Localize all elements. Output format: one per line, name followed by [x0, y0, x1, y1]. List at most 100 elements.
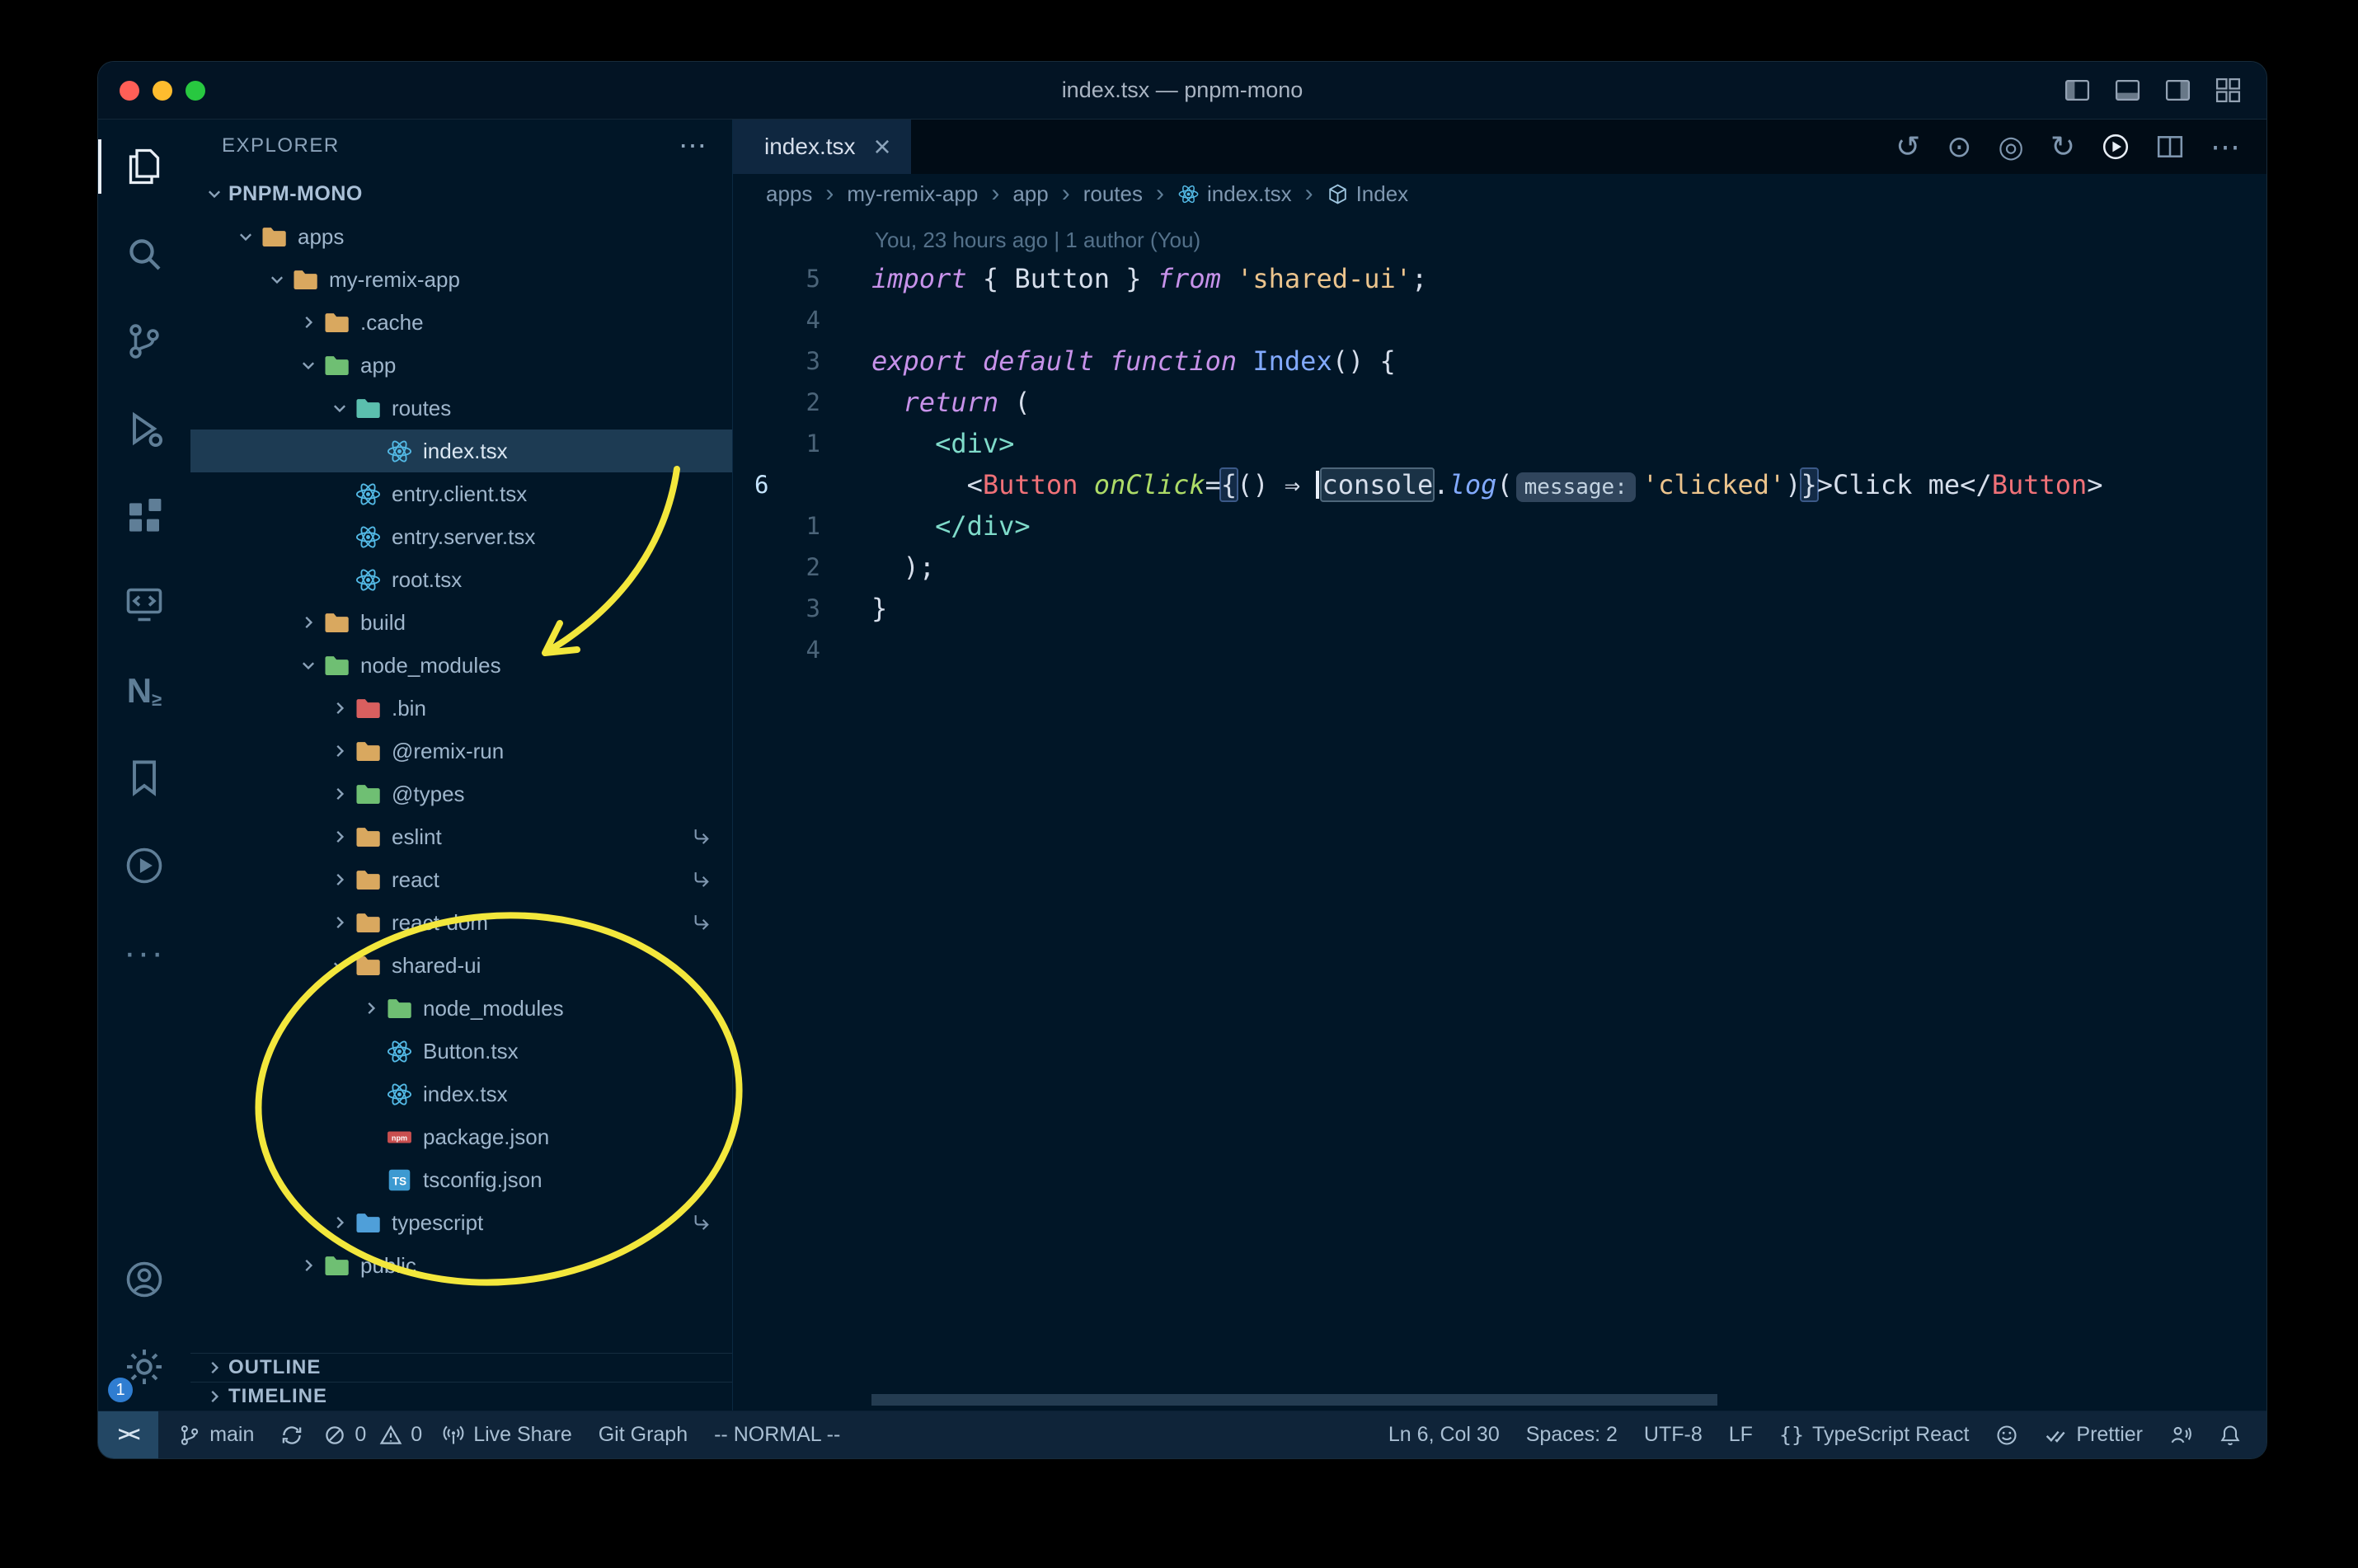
breadcrumb-item-my-remix-app[interactable]: my-remix-app: [847, 181, 978, 207]
tree-item-label: node_modules: [360, 652, 501, 678]
folder-icon: [322, 308, 350, 336]
file-history-icon[interactable]: ↺: [1895, 129, 1920, 164]
tree-item-remix-run[interactable]: @remix-run: [190, 730, 732, 772]
sidebar-header: EXPLORER ⋯: [190, 120, 732, 172]
editor-code[interactable]: You, 23 hours ago | 1 author (You) 5 impo…: [733, 214, 2266, 1411]
activity-more-views[interactable]: ···: [98, 909, 190, 997]
layout-grid-button[interactable]: [2215, 77, 2242, 104]
tree-item-apps[interactable]: apps: [190, 215, 732, 258]
breadcrumb-item-apps[interactable]: apps: [766, 181, 812, 207]
tree-item-entry-server-tsx[interactable]: entry.server.tsx: [190, 515, 732, 558]
tree-item-button-tsx[interactable]: Button.tsx: [190, 1030, 732, 1073]
status-problems-errors[interactable]: 0: [317, 1411, 373, 1458]
tree-item-label: apps: [298, 223, 345, 249]
status-eol[interactable]: LF: [1716, 1411, 1766, 1458]
horizontal-scrollbar[interactable]: [871, 1394, 1717, 1406]
activity-bookmarks[interactable]: [98, 735, 190, 822]
sidebar-more-actions-icon[interactable]: ⋯: [679, 129, 707, 162]
folder-icon: [322, 651, 350, 679]
tab-close-icon[interactable]: ×: [874, 132, 891, 162]
code-line: 2 return (: [733, 382, 2266, 423]
breadcrumb-label: my-remix-app: [847, 181, 979, 206]
gitlens-graph-icon[interactable]: ◎: [1998, 129, 2023, 164]
status-notifications[interactable]: [2205, 1411, 2255, 1458]
breadcrumb-item-routes[interactable]: routes: [1083, 181, 1143, 207]
activity-explorer[interactable]: [98, 123, 190, 210]
activity-extensions[interactable]: [98, 472, 190, 560]
breadcrumb-item-index-tsx[interactable]: index.tsx: [1177, 181, 1292, 207]
tree-item-root-tsx[interactable]: root.tsx: [190, 558, 732, 601]
tree-item-node-modules[interactable]: node_modules: [190, 987, 732, 1030]
status-sync[interactable]: [267, 1411, 317, 1458]
tree-item-react-dom[interactable]: react-dom: [190, 901, 732, 944]
breadcrumb-separator: ›: [1061, 180, 1070, 207]
chevron-right-icon: [294, 1251, 322, 1279]
tree-item-pnpm-mono[interactable]: PNPM-MONO: [190, 172, 732, 215]
tab-index-tsx[interactable]: index.tsx ×: [733, 120, 911, 174]
status-remote[interactable]: ><: [98, 1411, 159, 1458]
tree-item-index-tsx[interactable]: index.tsx: [190, 430, 732, 472]
status-vim-mode[interactable]: -- NORMAL --: [701, 1411, 853, 1458]
settings-badge: 1: [108, 1378, 133, 1402]
chevron-right-icon: [326, 823, 354, 851]
tree-item-cache[interactable]: .cache: [190, 301, 732, 344]
breadcrumb-item-index[interactable]: Index: [1327, 181, 1408, 207]
activity-nx-console[interactable]: N≥: [98, 647, 190, 735]
gitlens-blame-icon[interactable]: ↻: [2050, 129, 2075, 164]
status-live-share[interactable]: Live Share: [429, 1411, 585, 1458]
line-number: 5: [806, 265, 820, 293]
tree-item-entry-client-tsx[interactable]: entry.client.tsx: [190, 472, 732, 515]
tree-item-my-remix-app[interactable]: my-remix-app: [190, 258, 732, 301]
chevron-right-icon: [357, 994, 385, 1022]
run-code-icon[interactable]: [2102, 133, 2130, 161]
tree-item-app[interactable]: app: [190, 344, 732, 387]
tree-item-build[interactable]: build: [190, 601, 732, 644]
zoom-window-button[interactable]: [186, 80, 205, 101]
more-actions-icon[interactable]: ⋯: [2210, 129, 2240, 164]
status-screen-reader[interactable]: [2156, 1411, 2205, 1458]
status-cursor-position[interactable]: Ln 6, Col 30: [1375, 1411, 1513, 1458]
extensions-icon: [124, 496, 164, 536]
split-editor-icon[interactable]: [2156, 133, 2184, 161]
activity-code-runner[interactable]: [98, 822, 190, 909]
status-indentation[interactable]: Spaces: 2: [1513, 1411, 1631, 1458]
activity-accounts[interactable]: [98, 1236, 190, 1323]
status-formatter[interactable]: Prettier: [2032, 1411, 2156, 1458]
status-branch[interactable]: main: [165, 1411, 267, 1458]
tree-item-shared-ui[interactable]: shared-ui: [190, 944, 732, 987]
tree-item-react[interactable]: react: [190, 858, 732, 901]
breadcrumb-item-app[interactable]: app: [1012, 181, 1048, 207]
layout-sidebar-button[interactable]: [2064, 77, 2091, 104]
chevron-down-icon: [326, 394, 354, 422]
activity-settings[interactable]: 1: [98, 1323, 190, 1411]
activity-remote-explorer[interactable]: [98, 560, 190, 647]
tree-item-index-tsx[interactable]: index.tsx: [190, 1073, 732, 1115]
minimize-window-button[interactable]: [153, 80, 172, 101]
file-tree: PNPM-MONO apps my-remix-app .cache app routes…: [190, 172, 732, 1287]
activity-run-and-debug[interactable]: [98, 385, 190, 472]
layout-panel-button[interactable]: [2114, 77, 2141, 104]
tree-item-typescript[interactable]: typescript: [190, 1201, 732, 1244]
status-encoding[interactable]: UTF-8: [1631, 1411, 1716, 1458]
tree-item-node-modules[interactable]: node_modules: [190, 644, 732, 687]
tree-item-routes[interactable]: routes: [190, 387, 732, 430]
activity-source-control[interactable]: [98, 298, 190, 385]
tree-item-public[interactable]: public: [190, 1244, 732, 1287]
tree-item-tsconfig-json[interactable]: TS tsconfig.json: [190, 1158, 732, 1201]
status-problems-warnings[interactable]: 0: [373, 1411, 429, 1458]
status-language-mode[interactable]: {} TypeScript React: [1766, 1411, 1982, 1458]
gitlens-blame-annotation[interactable]: You, 23 hours ago | 1 author (You): [733, 222, 2266, 258]
tree-item-package-json[interactable]: npm package.json: [190, 1115, 732, 1158]
status-git-graph[interactable]: Git Graph: [585, 1411, 701, 1458]
chevron-right-icon: [294, 308, 322, 336]
tree-item-eslint[interactable]: eslint: [190, 815, 732, 858]
activity-search[interactable]: [98, 210, 190, 298]
panel-outline[interactable]: OUTLINE: [190, 1353, 732, 1382]
close-window-button[interactable]: [120, 80, 139, 101]
status-feedback[interactable]: [1982, 1411, 2032, 1458]
panel-timeline[interactable]: TIMELINE: [190, 1382, 732, 1411]
gitlens-compare-icon[interactable]: ⊙: [1947, 129, 1971, 164]
layout-sidebar-right-button[interactable]: [2164, 77, 2191, 104]
tree-item-bin[interactable]: .bin: [190, 687, 732, 730]
tree-item-types[interactable]: @types: [190, 772, 732, 815]
